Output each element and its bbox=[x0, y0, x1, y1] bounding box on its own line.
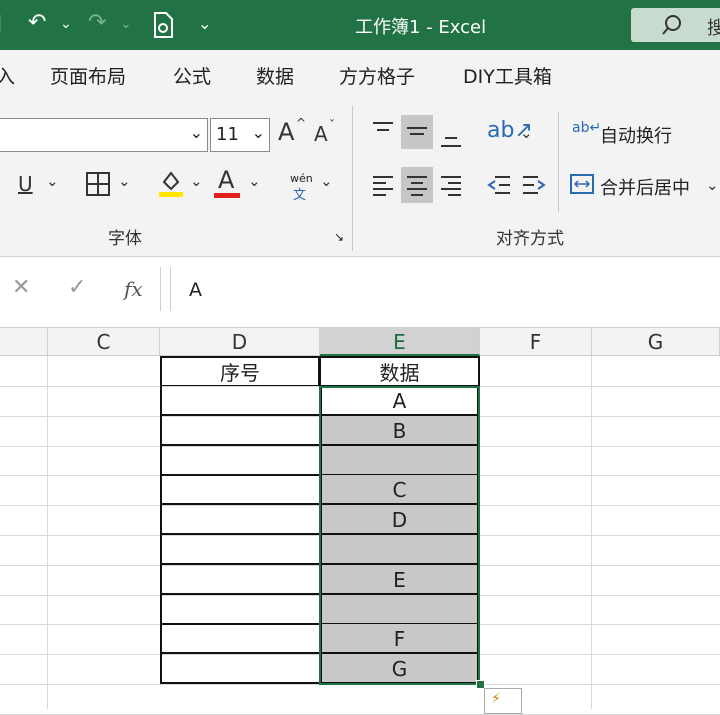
font-color-swatch bbox=[214, 193, 240, 198]
insert-function-icon[interactable]: fx bbox=[124, 277, 143, 301]
customize-toolbar-icon[interactable]: ⌄ bbox=[198, 14, 211, 33]
formula-value: A bbox=[189, 279, 202, 301]
cancel-icon[interactable]: ✕ bbox=[12, 275, 30, 300]
tab-data[interactable]: 数据 bbox=[256, 62, 294, 89]
underline-dropdown-icon[interactable]: ⌄ bbox=[46, 172, 59, 190]
cell-d10[interactable] bbox=[160, 624, 320, 655]
merge-dropdown-icon[interactable]: ⌄ bbox=[706, 176, 719, 194]
ribbon: ⌄ 11 ⌄ A ^ A ˇ U ⌄ ⌄ ⌄ A ⌄ wén 文 ⌄ 字体 ↘ … bbox=[0, 98, 720, 257]
caret-up-icon: ^ bbox=[296, 116, 307, 130]
font-color-dropdown-icon[interactable]: ⌄ bbox=[248, 172, 261, 190]
print-preview-icon[interactable] bbox=[152, 12, 174, 38]
align-left-icon[interactable] bbox=[372, 174, 394, 196]
cell-d7[interactable] bbox=[160, 535, 320, 565]
formula-bar: ✕ ✓ fx A bbox=[0, 257, 720, 327]
fill-color-icon[interactable] bbox=[158, 168, 184, 198]
font-color-button[interactable]: A bbox=[218, 166, 234, 194]
align-bottom-icon[interactable] bbox=[440, 128, 462, 150]
tab-diy-toolbox[interactable]: DIY工具箱 bbox=[463, 62, 552, 89]
enter-icon[interactable]: ✓ bbox=[68, 275, 86, 300]
font-name-select[interactable]: ⌄ bbox=[0, 118, 208, 152]
cell-e1[interactable]: 数据 bbox=[319, 356, 480, 386]
search-label: 搜 bbox=[707, 18, 720, 39]
column-header-c[interactable]: C bbox=[48, 328, 160, 356]
cell-d8[interactable] bbox=[160, 564, 320, 595]
merge-center-button[interactable]: 合并后居中 bbox=[600, 174, 690, 200]
group-divider bbox=[352, 106, 353, 251]
search-box[interactable]: 搜 bbox=[631, 8, 720, 42]
tab-page-layout[interactable]: 页面布局 bbox=[50, 62, 126, 89]
tab-fangfang[interactable]: 方方格子 bbox=[339, 62, 415, 89]
align-center-icon bbox=[407, 176, 427, 196]
caret-down-icon: ˇ bbox=[329, 118, 335, 132]
tab-formulas[interactable]: 公式 bbox=[173, 62, 211, 89]
redo-icon: ↷ bbox=[88, 10, 107, 35]
search-icon bbox=[662, 15, 681, 35]
cell-d6[interactable] bbox=[160, 505, 320, 536]
cell-d5[interactable] bbox=[160, 475, 320, 506]
ribbon-tabs: 入 页面布局 公式 数据 方方格子 DIY工具箱 bbox=[0, 50, 720, 98]
cell-d3[interactable] bbox=[160, 415, 320, 446]
wrap-text-icon[interactable]: ab↵ bbox=[572, 120, 601, 136]
chevron-down-icon: ⌄ bbox=[251, 123, 265, 142]
selection-range bbox=[319, 386, 480, 685]
undo-dropdown-icon[interactable]: ⌄ bbox=[60, 16, 72, 32]
title-bar: ▯ ↶ ⌄ ↷ ⌄ ⌄ 工作簿1 - Excel 搜 bbox=[0, 0, 720, 50]
align-middle-button[interactable] bbox=[401, 115, 433, 149]
chevron-down-icon: ⌄ bbox=[189, 123, 203, 142]
tab-insert[interactable]: 入 bbox=[0, 62, 15, 89]
cell-d2[interactable] bbox=[160, 386, 320, 416]
align-center-button[interactable] bbox=[401, 167, 433, 203]
wrap-text-button[interactable]: 自动换行 bbox=[600, 122, 672, 148]
column-header-b[interactable] bbox=[0, 328, 48, 356]
cell-d1[interactable]: 序号 bbox=[160, 356, 320, 386]
font-size-select[interactable]: 11 ⌄ bbox=[210, 118, 270, 152]
column-header-e[interactable]: E bbox=[320, 328, 480, 356]
cell-d4[interactable] bbox=[160, 445, 320, 476]
formula-input[interactable]: A bbox=[170, 267, 720, 311]
orientation-dropdown-icon[interactable]: ⌄ bbox=[520, 124, 533, 142]
underline-button[interactable]: U bbox=[18, 172, 33, 196]
increase-font-button[interactable]: A bbox=[278, 118, 294, 146]
gridline bbox=[591, 356, 592, 709]
quick-analysis-button[interactable]: ⚡ bbox=[484, 688, 522, 714]
decrease-font-button[interactable]: A bbox=[314, 122, 328, 146]
fill-color-dropdown-icon[interactable]: ⌄ bbox=[190, 172, 203, 190]
decrease-indent-icon[interactable] bbox=[487, 174, 511, 196]
font-dialog-launcher-icon[interactable]: ↘ bbox=[334, 230, 344, 244]
autosave-icon[interactable]: ▯ bbox=[0, 10, 2, 35]
borders-dropdown-icon[interactable]: ⌄ bbox=[118, 172, 131, 190]
align-top-icon[interactable] bbox=[372, 120, 394, 142]
phonetic-guide-icon[interactable]: 文 bbox=[293, 184, 306, 203]
gridline bbox=[47, 356, 48, 709]
divider bbox=[558, 112, 559, 212]
column-header-f[interactable]: F bbox=[480, 328, 592, 356]
borders-icon[interactable] bbox=[86, 172, 110, 196]
group-label-alignment: 对齐方式 bbox=[496, 229, 564, 249]
align-right-icon[interactable] bbox=[440, 174, 462, 196]
cell-d9[interactable] bbox=[160, 594, 320, 625]
increase-indent-icon[interactable] bbox=[522, 174, 546, 196]
lightning-icon: ⚡ bbox=[491, 691, 501, 707]
phonetic-dropdown-icon[interactable]: ⌄ bbox=[320, 172, 333, 190]
group-label-font: 字体 bbox=[108, 229, 142, 249]
merge-center-icon[interactable] bbox=[570, 172, 594, 196]
undo-icon[interactable]: ↶ bbox=[28, 10, 46, 35]
align-middle-icon bbox=[407, 127, 427, 135]
cell-d11[interactable] bbox=[160, 654, 320, 685]
window-title: 工作簿1 - Excel bbox=[355, 17, 487, 38]
column-header-g[interactable]: G bbox=[592, 328, 720, 356]
redo-dropdown-icon: ⌄ bbox=[120, 16, 132, 32]
column-header-d[interactable]: D bbox=[160, 328, 320, 356]
